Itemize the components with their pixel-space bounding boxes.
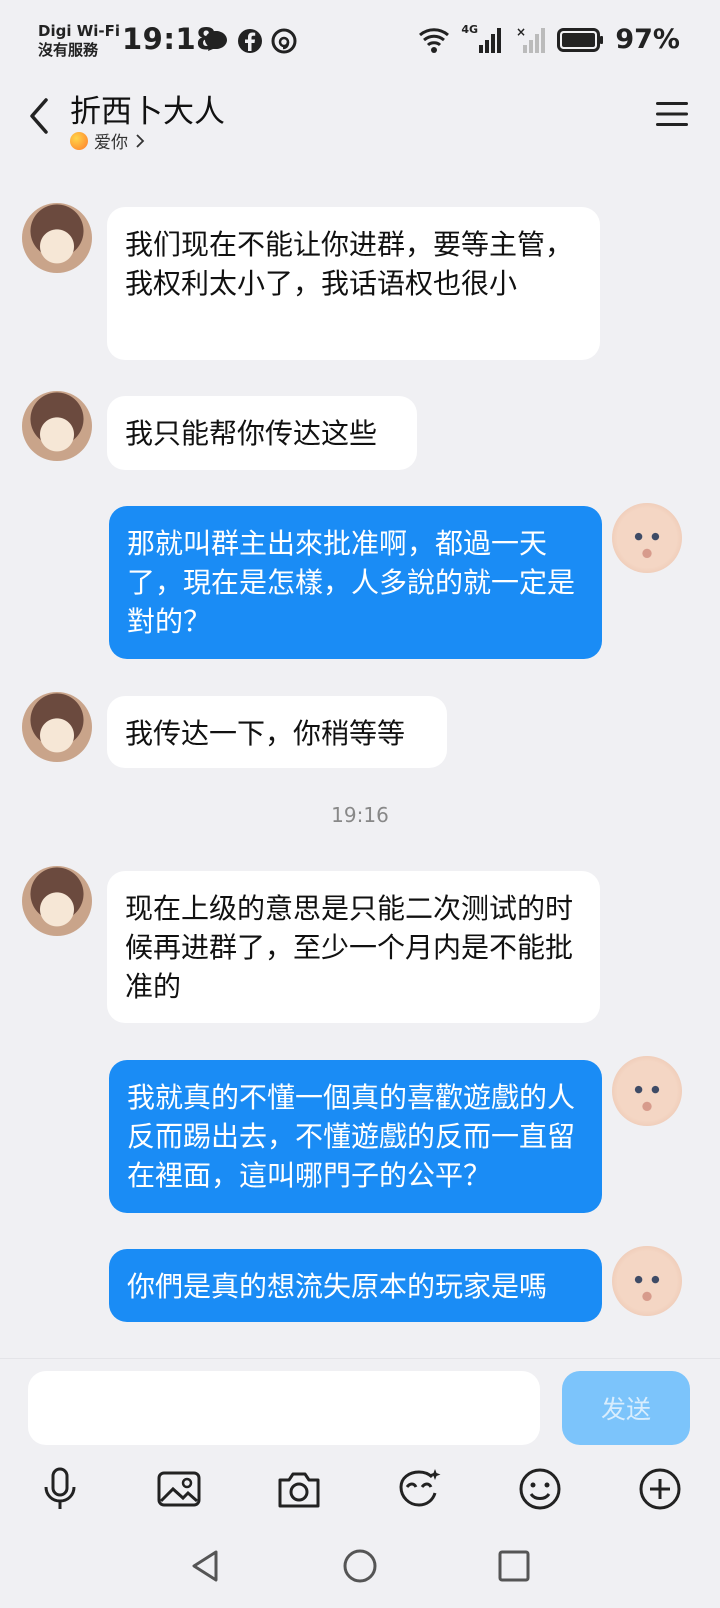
- wifi-icon: [419, 27, 450, 53]
- system-navigation-bar: [0, 1528, 720, 1608]
- plus-icon[interactable]: [636, 1465, 684, 1513]
- carrier-label: Digi Wi-Fi 沒有服務: [38, 22, 120, 60]
- avatar[interactable]: [22, 692, 92, 762]
- back-arrow-icon[interactable]: [24, 94, 54, 138]
- nav-back-icon[interactable]: [186, 1546, 226, 1586]
- battery-icon: [557, 27, 604, 52]
- carrier-service: 沒有服務: [38, 41, 99, 59]
- message-bubble[interactable]: 那就叫群主出來批准啊，都過一天了，現在是怎樣，人多說的就一定是對的？: [109, 506, 602, 659]
- battery-percentage: 97%: [615, 24, 680, 55]
- message-bubble[interactable]: 你們是真的想流失原本的玩家是嗎: [109, 1249, 602, 1322]
- no-signal-icon: ×: [516, 25, 546, 53]
- message-input[interactable]: [28, 1371, 540, 1445]
- message-bubble[interactable]: 我只能帮你传达这些: [107, 396, 417, 470]
- avatar[interactable]: [22, 203, 92, 273]
- message-bubble[interactable]: 我传达一下，你稍等等: [107, 696, 447, 768]
- message-bubble[interactable]: 现在上级的意思是只能二次测试的时候再进群了，至少一个月内是不能批准的: [107, 871, 600, 1023]
- send-button[interactable]: 发送: [562, 1371, 690, 1445]
- image-icon[interactable]: [155, 1465, 203, 1513]
- sticker-icon[interactable]: [395, 1465, 443, 1513]
- avatar[interactable]: [612, 1056, 682, 1126]
- nav-home-icon[interactable]: [340, 1546, 380, 1586]
- microphone-icon[interactable]: [36, 1465, 84, 1513]
- chat-subtitle[interactable]: 爱你: [70, 128, 146, 153]
- message-bubble[interactable]: 我们现在不能让你进群，要等主管，我权利太小了，我话语权也很小: [107, 207, 600, 360]
- avatar[interactable]: [612, 503, 682, 573]
- nav-recents-icon[interactable]: [494, 1546, 534, 1586]
- threads-icon: [271, 28, 297, 54]
- carrier-name: Digi Wi-Fi: [38, 22, 120, 40]
- avatar[interactable]: [22, 391, 92, 461]
- camera-icon[interactable]: [275, 1465, 323, 1513]
- message-bubble[interactable]: 我就真的不懂一個真的喜歡遊戲的人反而踢出去，不懂遊戲的反而一直留在裡面，這叫哪門…: [109, 1060, 602, 1213]
- chat-title[interactable]: 折西卜大人: [70, 86, 225, 131]
- composer: 发送: [0, 1358, 720, 1529]
- timestamp: 19:16: [331, 803, 389, 827]
- chevron-right-icon: [136, 133, 145, 148]
- avatar[interactable]: [612, 1246, 682, 1316]
- cellular-signal-icon: 4G: [461, 23, 505, 55]
- facebook-icon: [238, 29, 262, 53]
- message-bubble-icon: [205, 31, 227, 51]
- avatar[interactable]: [22, 866, 92, 936]
- status-bar: Digi Wi-Fi 沒有服務 19:18 4G × 97%: [0, 0, 720, 80]
- menu-icon[interactable]: [654, 98, 690, 130]
- emoji-icon[interactable]: [516, 1465, 564, 1513]
- heart-icon: [70, 131, 88, 150]
- composer-toolbar: [0, 1465, 720, 1525]
- svg-text:×: ×: [516, 25, 526, 39]
- subtitle-text: 爱你: [94, 133, 128, 153]
- chat-header: 折西卜大人 爱你: [0, 80, 720, 170]
